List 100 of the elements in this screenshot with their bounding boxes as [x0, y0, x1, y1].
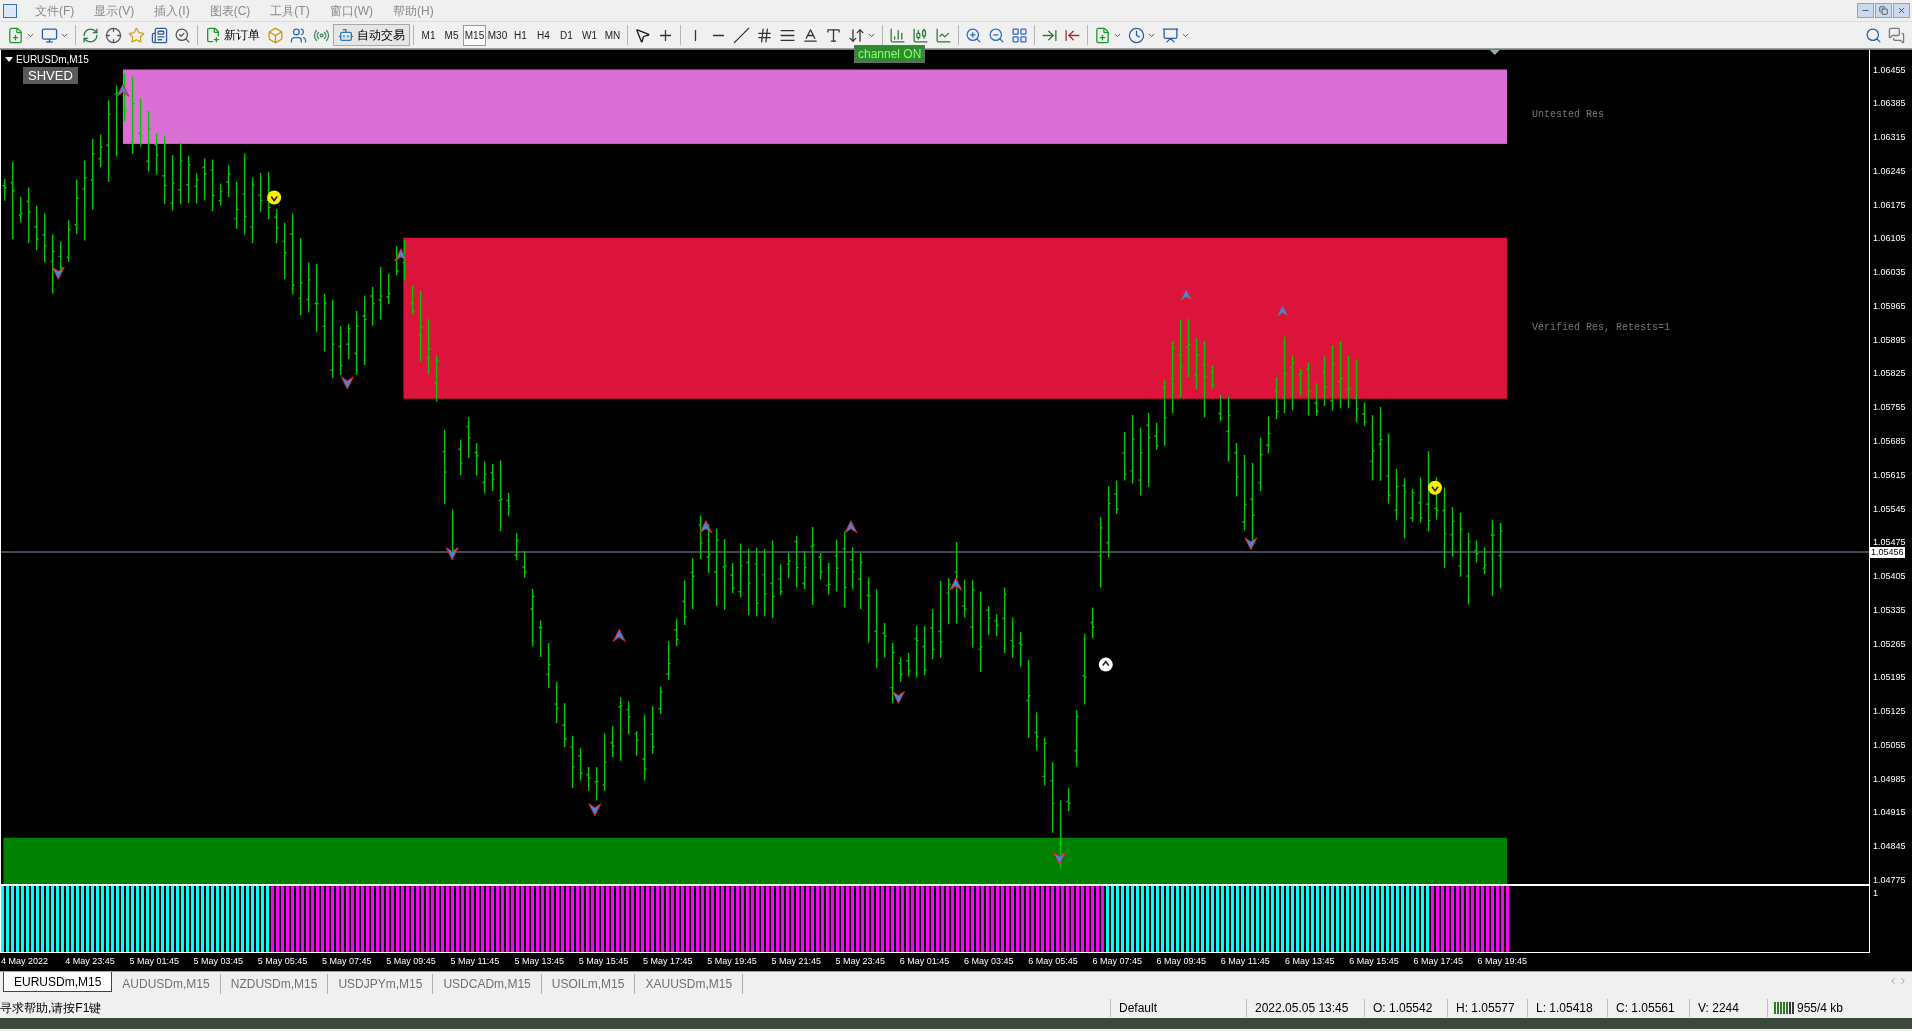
up-arrow-icon	[116, 83, 130, 97]
up-arrow-icon	[394, 248, 408, 262]
price-axis-label: 1.05685	[1873, 435, 1906, 447]
time-axis-label: 5 May 19:45	[707, 955, 757, 968]
menu-item[interactable]: 工具(T)	[260, 1, 320, 20]
up-arrow-icon	[699, 520, 713, 534]
indicator-scale-label: 1	[1873, 888, 1878, 899]
status-field: H: 1.05577	[1447, 998, 1527, 1017]
menu-item[interactable]: 帮助(H)	[383, 1, 444, 20]
time-axis-label: 6 May 05:45	[1028, 955, 1078, 968]
price-axis-label: 1.06385	[1873, 98, 1906, 110]
time-axis-label: 6 May 01:45	[899, 955, 950, 968]
time-axis-label: 6 May 19:45	[1477, 955, 1528, 968]
status-field: V: 2244	[1689, 998, 1767, 1017]
price-axis-label: 1.05055	[1873, 739, 1906, 751]
new-order-button[interactable]: 新订单	[201, 24, 264, 46]
status-field: 2022.05.05 13:45	[1246, 998, 1364, 1017]
up-arrow-icon	[844, 520, 858, 534]
close-button[interactable]	[1893, 3, 1910, 18]
chart-tab[interactable]: USDJPYm,M15	[328, 974, 434, 994]
chart-tab[interactable]: EURUSDm,M15	[3, 972, 113, 992]
timeframe-button[interactable]: W1	[578, 24, 601, 46]
time-axis-label: 6 May 03:45	[964, 955, 1014, 968]
menu-item[interactable]: 窗口(W)	[319, 1, 383, 20]
menu-item[interactable]: 图表(C)	[199, 1, 261, 20]
new-order-icon	[205, 27, 221, 43]
price-axis-label: 1.05475	[1873, 537, 1906, 549]
timeframe-button[interactable]: M1	[417, 24, 440, 46]
timeframe-button[interactable]: M30	[486, 24, 509, 46]
time-axis-label: 4 May 2022	[1, 955, 49, 968]
price-axis-label: 1.05125	[1873, 706, 1906, 718]
signal-marker-icon	[1098, 657, 1113, 672]
timeframe-button[interactable]: H4	[532, 24, 555, 46]
time-axis-label: 5 May 05:45	[257, 955, 308, 968]
up-arrow-icon	[1276, 304, 1290, 318]
channel-status-badge: channel ON	[854, 45, 926, 63]
price-axis-label: 1.05265	[1873, 638, 1906, 650]
timeframe-button[interactable]: M15	[463, 24, 486, 46]
app-icon	[3, 3, 17, 18]
time-axis-label: 4 May 23:45	[65, 955, 115, 968]
signal-marker-icon	[1428, 480, 1442, 495]
price-axis-label: 1.06245	[1873, 165, 1906, 177]
price-axis-label: 1.05895	[1873, 334, 1906, 346]
time-axis-label: 5 May 03:45	[193, 955, 244, 968]
menu-item[interactable]: 显示(V)	[84, 1, 145, 20]
collapse-triangle-icon[interactable]	[5, 57, 13, 62]
auto-trading-button[interactable]: 自动交易	[333, 24, 410, 46]
timeframe-button[interactable]: D1	[555, 24, 578, 46]
restore-button[interactable]	[1875, 3, 1892, 18]
up-arrow-icon	[1179, 288, 1193, 302]
chart-title: EURUSDm,M15	[16, 53, 89, 67]
indicator-tag: SHVED	[23, 67, 78, 84]
time-axis-label: 5 May 09:45	[386, 955, 436, 968]
price-axis-label: 1.06105	[1873, 233, 1906, 245]
menu-item[interactable]: 插入(I)	[144, 1, 200, 20]
zone-label: Untested Res	[1532, 108, 1604, 123]
status-field: O: 1.05542	[1364, 998, 1447, 1017]
up-arrow-icon	[612, 628, 626, 642]
price-axis-label: 1.04915	[1873, 807, 1906, 819]
price-axis-label: 1.06035	[1873, 267, 1906, 279]
down-arrow-icon	[588, 803, 602, 817]
price-axis-label: 1.06455	[1873, 64, 1906, 76]
price-axis-label: 1.04775	[1873, 875, 1906, 886]
up-arrow-icon	[949, 577, 963, 591]
close-icon	[1897, 6, 1906, 15]
status-field: L: 1.05418	[1527, 998, 1607, 1017]
time-axis-label: 6 May 13:45	[1285, 955, 1335, 968]
down-arrow-icon	[1244, 537, 1258, 551]
chart-tab[interactable]: USOILm,M15	[541, 974, 636, 994]
help-text: 寻求帮助,请按F1键	[0, 999, 103, 1017]
time-axis-label: 6 May 15:45	[1349, 955, 1399, 968]
down-arrow-icon	[445, 547, 459, 561]
time-axis-label: 5 May 11:45	[450, 955, 500, 968]
time-axis-label: 5 May 21:45	[771, 955, 821, 968]
chart-tab[interactable]: NZDUSDm,M15	[220, 974, 329, 994]
traffic-status: 955/4 kb	[1797, 999, 1844, 1017]
price-axis-label: 1.05405	[1873, 571, 1906, 583]
time-axis-label: 5 May 23:45	[835, 955, 886, 968]
current-price-label: 1.05456	[1870, 547, 1905, 558]
price-axis-label: 1.05195	[1873, 672, 1906, 684]
chart-tab[interactable]: USDCADm,M15	[433, 974, 542, 994]
down-arrow-icon	[1052, 851, 1066, 865]
signal-marker-icon	[267, 190, 282, 205]
time-axis-label: 5 May 15:45	[578, 955, 629, 968]
time-axis-label: 5 May 07:45	[322, 955, 372, 968]
timeframe-button[interactable]: MN	[601, 24, 624, 46]
chart-tab[interactable]: AUDUSDm,M15	[112, 974, 221, 994]
connection-bars-icon	[1774, 1001, 1794, 1014]
price-axis-label: 1.05965	[1873, 300, 1906, 312]
menu-item[interactable]: 文件(F)	[25, 1, 85, 20]
timeframe-button[interactable]: H1	[509, 24, 532, 46]
chart-tab[interactable]: XAUUSDm,M15	[635, 974, 744, 994]
timeframe-button[interactable]: M5	[440, 24, 463, 46]
down-arrow-icon	[340, 376, 354, 390]
zone-label: Verified Res, Retests=1	[1532, 320, 1671, 335]
status-field: C: 1.05561	[1607, 998, 1689, 1017]
price-axis-label: 1.05755	[1873, 402, 1906, 414]
status-field: Default	[1110, 998, 1246, 1017]
down-arrow-icon	[51, 266, 65, 280]
time-axis-label: 5 May 13:45	[514, 955, 565, 968]
